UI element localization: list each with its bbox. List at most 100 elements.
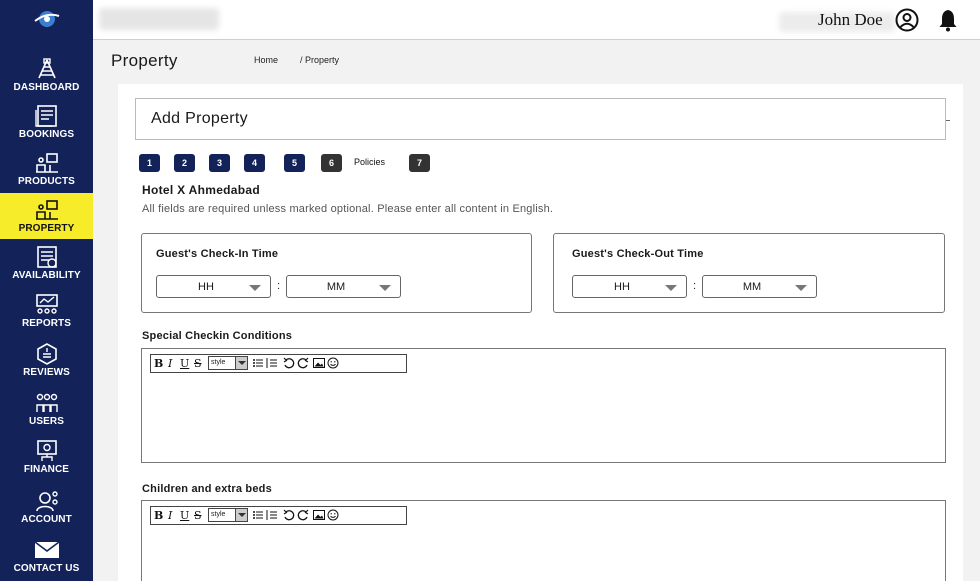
step-3-button[interactable]: 3 (209, 154, 230, 172)
sidebar-item-label: REVIEWS (23, 367, 70, 378)
special-conditions-editor: B I U S style (141, 348, 946, 463)
current-step-label: Policies (354, 157, 386, 167)
sidebar-item-dashboard[interactable]: DASHBOARD (0, 52, 93, 98)
time-separator: : (277, 280, 281, 292)
redo-icon[interactable] (297, 509, 309, 521)
sidebar-item-users[interactable]: USERS (0, 386, 93, 432)
undo-icon[interactable] (283, 357, 295, 369)
editor-toolbar: B I U S style (150, 354, 407, 373)
availability-icon (36, 246, 57, 268)
checkout-minute-value: MM (742, 281, 762, 293)
checkin-time-box: Guest's Check-In Time HH : MM (141, 233, 532, 313)
divider (946, 120, 950, 121)
sidebar-item-label: USERS (29, 416, 64, 427)
sidebar-item-account[interactable]: ACCOUNT (0, 484, 93, 530)
style-select[interactable]: style (208, 356, 248, 370)
emoji-icon[interactable] (327, 357, 339, 369)
style-select-value: style (211, 511, 226, 518)
sidebar-item-property[interactable]: PROPERTY (0, 193, 93, 239)
form-note: All fields are required unless marked op… (142, 203, 554, 215)
bold-button[interactable]: B (154, 356, 163, 371)
checkin-minute-value: MM (326, 281, 346, 293)
sidebar-item-reviews[interactable]: REVIEWS (0, 337, 93, 383)
image-icon[interactable] (313, 357, 325, 369)
italic-button[interactable]: I (168, 508, 172, 523)
sidebar-item-contact-us[interactable]: CONTACT US (0, 533, 93, 579)
bullet-list-icon[interactable] (252, 357, 264, 369)
italic-button[interactable]: I (168, 356, 172, 371)
redo-icon[interactable] (297, 357, 309, 369)
chevron-down-icon (249, 285, 261, 291)
finance-icon (36, 440, 57, 461)
account-icon (35, 491, 58, 512)
style-select[interactable]: style (208, 508, 248, 522)
chevron-down-icon (235, 509, 247, 521)
form-title: Add Property (151, 110, 248, 127)
bold-button[interactable]: B (154, 508, 163, 523)
bullet-list-icon[interactable] (252, 509, 264, 521)
app: DASHBOARD BOOKINGS PRODUCTS PROPERTY AVAILAB… (0, 0, 980, 581)
sidebar-item-label: PRODUCTS (18, 176, 75, 187)
step-2-button[interactable]: 2 (174, 154, 195, 172)
numbered-list-icon[interactable] (266, 357, 278, 369)
sidebar-item-label: REPORTS (21, 318, 72, 329)
user-name[interactable]: John Doe (818, 10, 883, 30)
bookings-icon (34, 105, 57, 127)
sidebar-item-label: PROPERTY (18, 223, 75, 234)
checkout-hour-select[interactable]: HH (572, 275, 687, 298)
sidebar-item-label: FINANCE (23, 464, 70, 475)
checkin-hour-value: HH (198, 281, 214, 293)
users-icon (35, 393, 58, 412)
page-title: Property (111, 51, 178, 70)
numbered-list-icon[interactable] (266, 509, 278, 521)
sidebar-item-bookings[interactable]: BOOKINGS (0, 99, 93, 145)
image-icon[interactable] (313, 509, 325, 521)
chevron-down-icon (379, 285, 391, 291)
breadcrumb-home[interactable]: Home (254, 55, 278, 65)
children-extra-beds-textarea[interactable] (143, 529, 944, 580)
sidebar-item-availability[interactable]: AVAILABILITY (0, 240, 93, 286)
style-select-value: style (211, 359, 226, 366)
sidebar-item-label: BOOKINGS (18, 129, 75, 140)
special-conditions-textarea[interactable] (143, 377, 944, 461)
bell-icon[interactable] (936, 8, 960, 32)
editor-toolbar: B I U S style (150, 506, 407, 525)
sidebar-item-finance[interactable]: FINANCE (0, 434, 93, 480)
checkout-title: Guest's Check-Out Time (572, 248, 704, 260)
sidebar-item-label: CONTACT US (13, 563, 80, 574)
sidebar-item-reports[interactable]: REPORTS (0, 288, 93, 334)
blurred-logo (99, 8, 219, 30)
strikethrough-button[interactable]: S (194, 508, 202, 523)
checkin-minute-select[interactable]: MM (286, 275, 401, 298)
reports-icon (35, 294, 58, 314)
special-conditions-label: Special Checkin Conditions (142, 330, 293, 342)
form-header: Add Property (135, 98, 946, 140)
step-4-button[interactable]: 4 (244, 154, 265, 172)
checkout-hour-value: HH (614, 281, 630, 293)
chevron-down-icon (795, 285, 807, 291)
step-6-button[interactable]: 6 (321, 154, 342, 172)
step-7-button[interactable]: 7 (409, 154, 430, 172)
undo-icon[interactable] (283, 509, 295, 521)
sidebar-item-products[interactable]: PRODUCTS (0, 146, 93, 192)
products-icon (35, 153, 58, 173)
children-extra-beds-label: Children and extra beds (142, 483, 272, 495)
underline-button[interactable]: U (180, 508, 189, 523)
breadcrumb-property[interactable]: / Property (300, 55, 339, 65)
user-avatar-icon[interactable] (895, 8, 919, 32)
step-1-button[interactable]: 1 (139, 154, 160, 172)
step-5-button[interactable]: 5 (284, 154, 305, 172)
property-icon (35, 200, 58, 220)
sidebar-item-label: ACCOUNT (21, 514, 72, 525)
emoji-icon[interactable] (327, 509, 339, 521)
checkin-hour-select[interactable]: HH (156, 275, 271, 298)
mail-icon (34, 541, 59, 558)
reviews-icon (36, 343, 57, 365)
checkout-minute-select[interactable]: MM (702, 275, 817, 298)
logo-icon[interactable] (33, 8, 61, 30)
children-extra-beds-editor: B I U S style (141, 500, 946, 581)
dashboard-icon (37, 58, 56, 79)
strikethrough-button[interactable]: S (194, 356, 202, 371)
time-separator: : (693, 280, 697, 292)
underline-button[interactable]: U (180, 356, 189, 371)
